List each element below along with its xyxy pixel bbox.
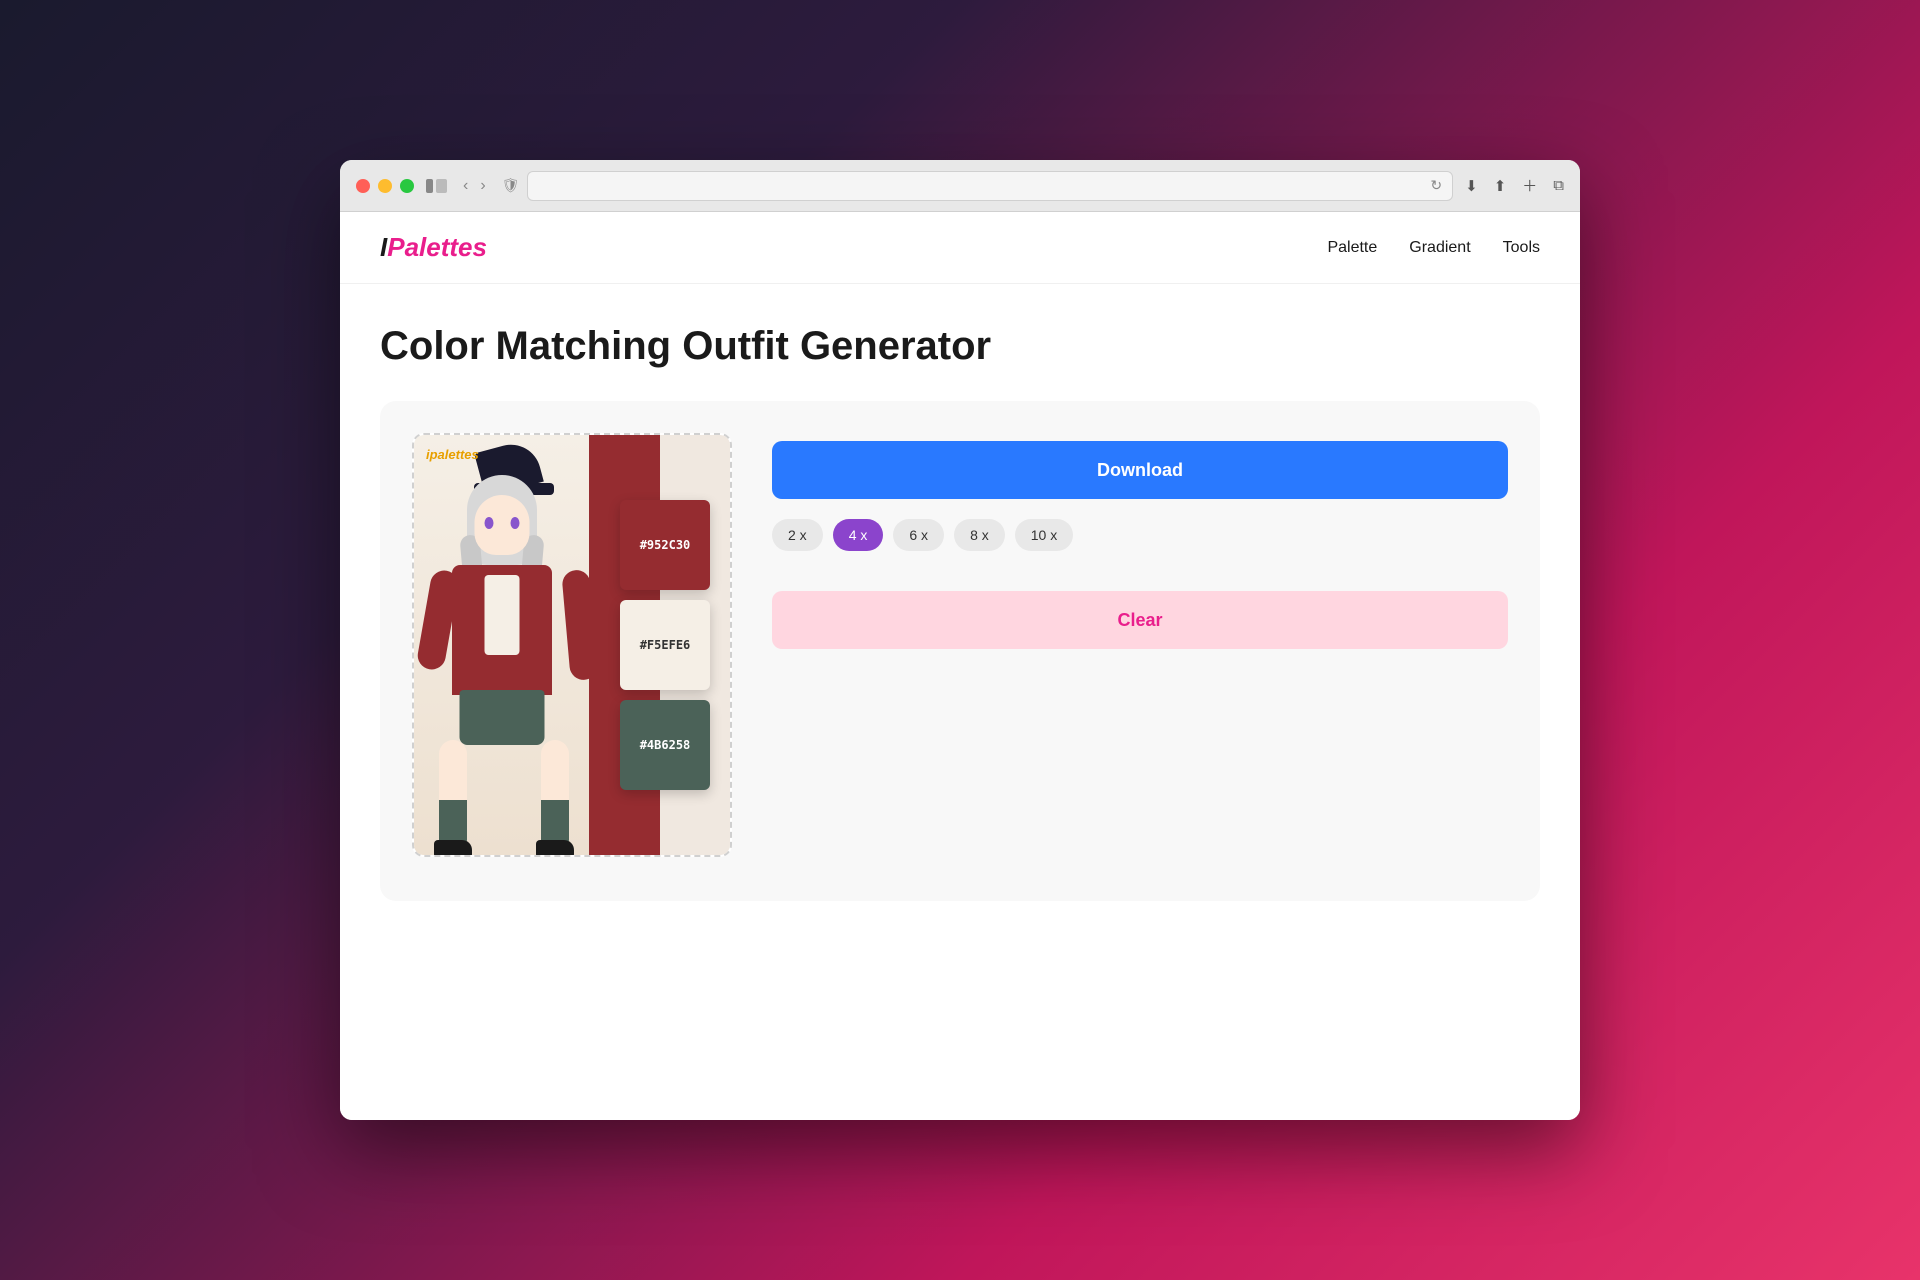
browser-actions: ⬇ ⬆ ＋ ⧉ <box>1465 175 1564 196</box>
char-shorts <box>459 690 544 745</box>
clear-button[interactable]: Clear <box>772 591 1508 649</box>
sidebar-toggle[interactable] <box>426 179 447 193</box>
sidebar-left-panel <box>426 179 433 193</box>
maximize-button[interactable] <box>400 179 414 193</box>
char-arm-right <box>561 569 589 681</box>
swatch-label-2: #F5EFE6 <box>640 638 691 652</box>
nav-palette[interactable]: Palette <box>1327 239 1377 256</box>
swatch-item-2: #F5EFE6 <box>589 600 730 690</box>
address-bar-wrap: 🛡 ↻ <box>502 171 1453 201</box>
swatch-box-3[interactable]: #4B6258 <box>620 700 710 790</box>
char-shoe-left <box>434 840 472 855</box>
generator-card: ipalettes <box>380 401 1540 901</box>
char-eye-right <box>510 517 519 529</box>
count-options: 2 x 4 x 6 x 8 x 10 x <box>772 519 1508 551</box>
download-button[interactable]: Download <box>772 441 1508 499</box>
site-logo[interactable]: IPalettes <box>380 232 487 263</box>
swatch-label-3: #4B6258 <box>640 738 691 752</box>
main-section: Color Matching Outfit Generator ipalette… <box>340 284 1580 941</box>
count-2x[interactable]: 2 x <box>772 519 823 551</box>
page-content: IPalettes Palette Gradient Tools Color M… <box>340 212 1580 1120</box>
swatch-item-1: #952C30 <box>589 500 730 590</box>
reload-icon[interactable]: ↻ <box>1430 177 1442 194</box>
share-icon[interactable]: ⬆ <box>1494 177 1507 195</box>
site-nav-links: Palette Gradient Tools <box>1327 239 1540 257</box>
back-button[interactable]: ‹ <box>459 175 472 197</box>
char-jacket <box>452 565 552 695</box>
swatch-box-1[interactable]: #952C30 <box>620 500 710 590</box>
swatch-label-1: #952C30 <box>640 538 691 552</box>
count-4x[interactable]: 4 x <box>833 519 884 551</box>
char-sock-right <box>541 800 569 845</box>
minimize-button[interactable] <box>378 179 392 193</box>
char-sock-left <box>439 800 467 845</box>
controls-panel: Download 2 x 4 x 6 x 8 x 10 x Clear <box>772 433 1508 649</box>
palette-watermark: ipalettes <box>426 447 479 462</box>
palette-display: ipalettes <box>412 433 732 857</box>
nav-tools[interactable]: Tools <box>1503 239 1540 256</box>
sidebar-right-panel <box>436 179 447 193</box>
count-6x[interactable]: 6 x <box>893 519 944 551</box>
browser-window: ‹ › 🛡 ↻ ⬇ ⬆ ＋ ⧉ IPalettes Palette Gradie <box>340 160 1580 1120</box>
site-navbar: IPalettes Palette Gradient Tools <box>340 212 1580 284</box>
nav-arrows: ‹ › <box>459 175 490 197</box>
swatch-box-2[interactable]: #F5EFE6 <box>620 600 710 690</box>
character-area <box>414 435 589 855</box>
close-button[interactable] <box>356 179 370 193</box>
page-title: Color Matching Outfit Generator <box>380 324 1540 369</box>
char-eye-left <box>484 517 493 529</box>
char-inner-top <box>484 575 519 655</box>
new-tab-icon[interactable]: ＋ <box>1522 175 1537 196</box>
download-icon[interactable]: ⬇ <box>1465 177 1478 195</box>
forward-button[interactable]: › <box>476 175 489 197</box>
swatches-panel: #952C30 #F5EFE6 #4B6258 <box>589 435 730 855</box>
traffic-lights <box>356 179 414 193</box>
count-10x[interactable]: 10 x <box>1015 519 1073 551</box>
char-face <box>474 495 529 555</box>
tabs-icon[interactable]: ⧉ <box>1553 177 1564 194</box>
count-8x[interactable]: 8 x <box>954 519 1005 551</box>
logo-palettes: Palettes <box>387 232 487 262</box>
char-shoe-right <box>536 840 574 855</box>
browser-chrome: ‹ › 🛡 ↻ ⬇ ⬆ ＋ ⧉ <box>340 160 1580 212</box>
nav-gradient[interactable]: Gradient <box>1409 239 1470 256</box>
swatch-item-3: #4B6258 <box>589 700 730 790</box>
shield-icon: 🛡 <box>502 177 520 194</box>
address-bar[interactable]: ↻ <box>527 171 1453 201</box>
